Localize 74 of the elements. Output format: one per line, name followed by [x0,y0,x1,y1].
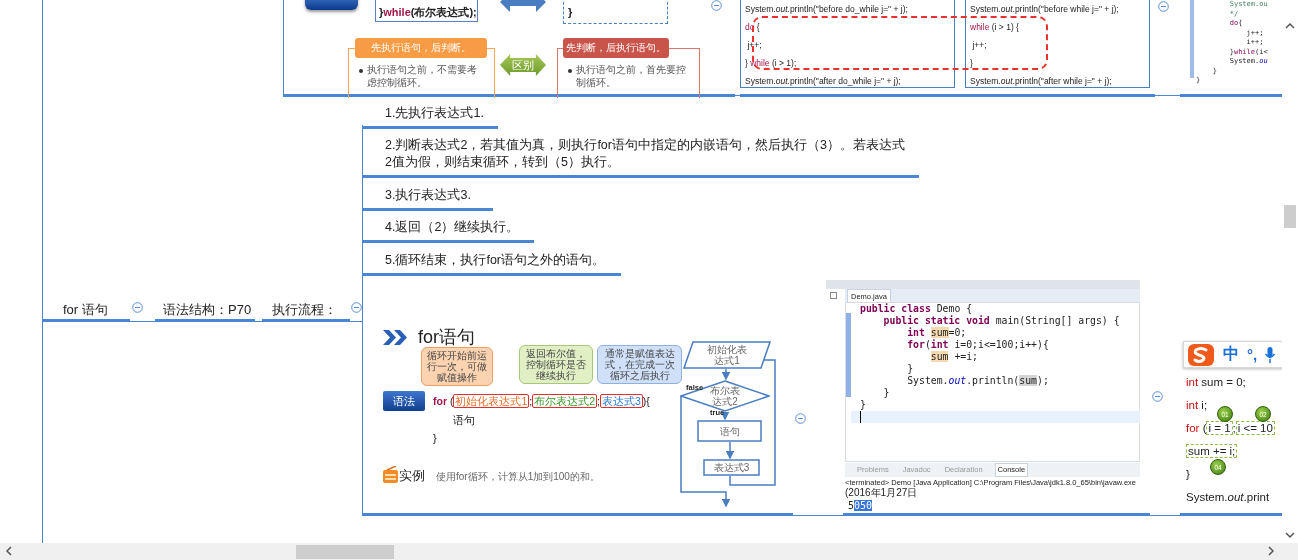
code-line: int sum=0; [906,327,968,339]
code-line: } [433,432,437,444]
scroll-right-button[interactable] [1266,546,1276,556]
code-line: int i; [1186,398,1208,413]
root-node[interactable]: for 语句 [42,299,130,322]
code-line: } [860,399,867,411]
code-line: int sum = 0; [1186,375,1246,390]
scrollbar-thumb[interactable] [296,545,394,559]
code-line: System.out.println(sum); [906,375,1050,387]
subtopic-node[interactable]: 3.执行表达式3. [363,185,493,211]
code-line: public static void main(String[] args) { [882,315,1120,327]
logo-icon[interactable] [1187,342,1215,367]
maximize-icon[interactable] [830,292,837,299]
code-line: sum +=i; [929,351,979,363]
code-line: for ( 初始化表达式1 ; 布尔表达式2 ; 表达式3 ){ [433,393,650,409]
subtopic-node[interactable]: 4.返回（2）继续执行。 [363,217,534,243]
code-line: System.out.println("before do_while j=" + j); [745,3,909,16]
code-line: while (i > 1) { [970,21,1020,34]
collapse-icon[interactable] [132,302,143,313]
code-line: } [1186,467,1190,482]
subtopic-node[interactable]: 1.先执行表达式1. [363,103,498,129]
bullet-text: 执行语句之前，不需要考虑控制循环。 [367,63,478,89]
horizontal-scrollbar[interactable] [0,543,1298,560]
scroll-up-button[interactable] [1285,21,1295,31]
code-line: } while (i > 1); [745,57,798,70]
code-editor[interactable] [845,302,1140,462]
collapse-icon[interactable] [795,413,806,424]
banner-graphic [305,0,358,10]
text-cursor [860,411,861,423]
code-line: for(int i=0;i<=100;i++){ [906,339,1050,351]
code-line: public class Demo { [860,303,974,315]
card-heading: 先执行语句，后判断。 [355,38,487,58]
topic-node[interactable]: 语法结构：P70 [155,299,255,322]
card-icon [383,466,398,483]
console-timestamp: (2016年1月27日 [845,488,918,498]
flowchart-process-node: 表达式3 [703,459,760,476]
code-line: System.out.println("before while j=" + j); [970,3,1120,16]
topic-node[interactable]: 执行流程： [262,299,350,322]
microphone-icon[interactable] [1265,346,1276,363]
bullet-text: 执行语句之前，首先要控制循环。 [576,63,686,89]
code-line: for ( i = 1 ; i <= 10 [1186,420,1275,437]
card-heading: 先判断，后执行语句。 [563,38,669,58]
collapse-icon[interactable] [711,0,722,11]
syntax-button[interactable]: 语法 [383,391,425,411]
code-line: System.out.println("after while j=" + j); [970,75,1113,88]
double-arrow-icon [500,0,546,12]
subtopic-node[interactable]: 2.判断表达式2，若其值为真，则执行for语句中指定的内嵌语句，然后执行（3）。若表达式2值为假，则结束循环，转到（5）执行。 [363,135,919,178]
collapse-icon[interactable] [1152,391,1163,402]
bullet-icon [359,69,363,73]
collapse-icon[interactable] [351,302,362,313]
collapse-icon[interactable] [1158,1,1169,12]
code-line: } [563,0,668,24]
example-text: 使用for循环，计算从1加到100的和。 [436,470,600,484]
code-line: j++; [746,39,763,52]
scroll-left-button[interactable] [4,546,14,556]
code-line: } [970,57,974,70]
input-mode-toggle[interactable]: 中 [1223,344,1239,365]
scrollbar-thumb[interactable] [1284,205,1296,228]
scroll-down-button[interactable] [1285,530,1295,540]
bullet-icon [568,69,572,73]
code-line: 语句 [453,413,475,428]
code-line: System.out.println("after do_while j=" + j); [745,75,902,88]
code-line: j++; [971,39,988,52]
flowchart-input-node: 初始化表达式1 [683,341,771,369]
subtopic-node[interactable]: 5.循环结束，执行for语句之外的语句。 [363,250,621,276]
code-line: } [882,387,891,399]
double-chevron-icon [383,330,409,345]
flowchart-process-node: 语句 [697,420,762,442]
punctuation-toggle[interactable]: °, [1247,346,1258,363]
example-label: 实例 [399,467,425,485]
code-line: }while(布尔表达式); [375,0,478,22]
code-line: } [906,363,915,375]
slide-title: for语句 [418,326,475,348]
code-line: System.out.print [1186,490,1270,505]
